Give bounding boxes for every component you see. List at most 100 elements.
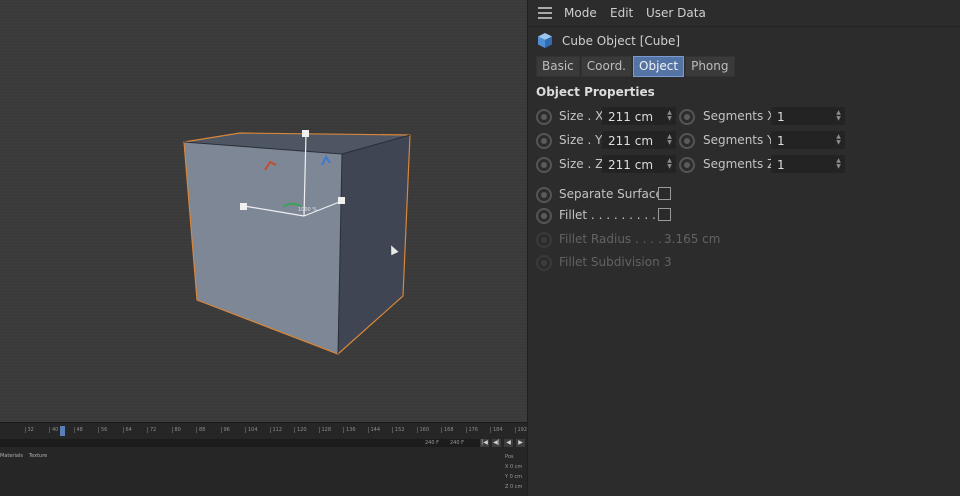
viewport[interactable]: 1000 % <box>0 0 527 422</box>
fillet-radius-value: 3.165 cm <box>664 232 721 246</box>
material-tab-materials[interactable]: Materials <box>0 453 23 459</box>
timeline[interactable]: 32 40 48 56 64 72 80 88 96 104 112 120 128 136 144 152 1… <box>0 422 527 496</box>
size-z-field[interactable]: 211 cm ▲ ▼ <box>602 155 676 173</box>
seg-x-label: Segments X <box>703 109 776 123</box>
cube-front-face[interactable] <box>184 142 342 354</box>
size-y-value: 211 cm <box>608 134 654 148</box>
timeline-tick: 112 <box>269 427 282 433</box>
tab-phong[interactable]: Phong <box>685 56 735 77</box>
coord-y[interactable]: Y 0 cm <box>505 472 522 482</box>
coord-z[interactable]: Z 0 cm <box>505 482 522 492</box>
end-frame-field-a[interactable]: 240 F <box>425 440 439 447</box>
timeline-tick: 72 <box>147 427 156 433</box>
size-x-field[interactable]: 211 cm ▲ ▼ <box>602 107 676 125</box>
size-y-stepper-icon[interactable]: ▲ ▼ <box>666 134 673 146</box>
seg-x-field[interactable]: 1 ▲ ▼ <box>771 107 845 125</box>
fillet-radius-label: Fillet Radius . . . . . <box>559 232 670 246</box>
size-z-animate-icon[interactable] <box>536 157 552 173</box>
tab-basic[interactable]: Basic <box>536 56 580 77</box>
tab-object[interactable]: Object <box>633 56 685 77</box>
timeline-tick: 40 <box>49 427 58 433</box>
seg-x-stepper-icon[interactable]: ▲ ▼ <box>835 110 842 122</box>
coord-header: Pos <box>505 454 514 460</box>
menu-edit[interactable]: Edit <box>610 6 633 20</box>
timeline-tick: 88 <box>196 427 205 433</box>
tab-coord[interactable]: Coord. <box>580 56 632 77</box>
timeline-tick: 80 <box>171 427 181 433</box>
fillet-subdivision-value: 3 <box>664 255 672 269</box>
size-x-stepper-icon[interactable]: ▲ ▼ <box>666 110 673 122</box>
timeline-tick: 144 <box>367 427 380 433</box>
timeline-tick: 48 <box>73 427 83 433</box>
fillet-subdivision-animate-icon <box>536 255 552 271</box>
timeline-tick: 136 <box>343 427 356 433</box>
step-back-icon[interactable]: ◀| <box>492 439 501 447</box>
timeline-tick: 160 <box>416 427 429 433</box>
material-tab-texture[interactable]: Texture <box>29 453 47 459</box>
fillet-radius-animate-icon <box>536 232 552 248</box>
timeline-tick: 152 <box>392 427 405 433</box>
timeline-tick: 192 <box>514 427 527 433</box>
fillet-checkbox[interactable] <box>658 208 671 221</box>
playhead[interactable] <box>60 426 65 436</box>
timeline-tick: 104 <box>245 427 258 433</box>
seg-y-animate-icon[interactable] <box>679 133 695 149</box>
seg-z-field[interactable]: 1 ▲ ▼ <box>771 155 845 173</box>
attribute-tabs: Basic Coord. Object Phong <box>536 56 736 77</box>
menu-bar: Mode Edit User Data <box>528 0 960 27</box>
size-z-label: Size . Z <box>559 157 604 171</box>
seg-y-field[interactable]: 1 ▲ ▼ <box>771 131 845 149</box>
section-title: Object Properties <box>536 85 655 99</box>
separate-surfaces-animate-icon[interactable] <box>536 187 552 203</box>
timeline-tick: 96 <box>220 427 230 433</box>
size-y-field[interactable]: 211 cm ▲ ▼ <box>602 131 676 149</box>
size-x-label: Size . X <box>559 109 604 123</box>
coordinates-mini-panel: Pos X 0 cm Y 0 cm Z 0 cm <box>505 452 522 492</box>
transport-controls: |◀ ◀| ◀ ▶ <box>480 439 525 447</box>
seg-x-value: 1 <box>777 110 785 124</box>
timeline-tick: 32 <box>24 427 34 433</box>
cube-icon <box>538 33 552 48</box>
seg-z-stepper-icon[interactable]: ▲ ▼ <box>835 158 842 170</box>
timeline-tick: 128 <box>318 427 331 433</box>
object-header: Cube Object [Cube] <box>528 31 960 51</box>
timeline-tick: 168 <box>441 427 454 433</box>
attribute-manager: Mode Edit User Data Cube Object [Cube] B… <box>527 0 960 495</box>
end-frame-field-b[interactable]: 240 F <box>450 440 464 447</box>
timeline-tick: 56 <box>98 427 107 433</box>
size-y-label: Size . Y <box>559 133 603 147</box>
seg-z-value: 1 <box>777 158 785 172</box>
fillet-animate-icon[interactable] <box>536 208 552 224</box>
timeline-tick: 120 <box>294 427 307 433</box>
timeline-ruler[interactable]: 32 40 48 56 64 72 80 88 96 104 112 120 128 136 144 152 1… <box>0 425 527 437</box>
fillet-label: Fillet . . . . . . . . . <box>559 208 656 222</box>
play-icon[interactable]: ▶ <box>516 439 525 447</box>
material-tabs: Materials Texture <box>0 453 47 459</box>
seg-y-value: 1 <box>777 134 785 148</box>
separate-surfaces-label: Separate Surfaces <box>559 187 670 201</box>
fillet-subdivision-label: Fillet Subdivision <box>559 255 660 269</box>
hamburger-menu-icon[interactable] <box>538 7 552 22</box>
seg-z-animate-icon[interactable] <box>679 157 695 173</box>
gizmo-scale-label: 1000 % <box>298 207 318 213</box>
menu-mode[interactable]: Mode <box>564 6 597 20</box>
size-z-value: 211 cm <box>608 158 654 172</box>
timeline-tick: 176 <box>465 427 478 433</box>
menu-user-data[interactable]: User Data <box>646 6 706 20</box>
separate-surfaces-checkbox[interactable] <box>658 187 671 200</box>
play-reverse-icon[interactable]: ◀ <box>504 439 513 447</box>
size-x-animate-icon[interactable] <box>536 109 552 125</box>
go-to-start-icon[interactable]: |◀ <box>480 439 489 447</box>
size-x-value: 211 cm <box>608 110 654 124</box>
seg-y-label: Segments Y <box>703 133 775 147</box>
size-z-stepper-icon[interactable]: ▲ ▼ <box>666 158 673 170</box>
seg-x-animate-icon[interactable] <box>679 109 695 125</box>
seg-z-label: Segments Z <box>703 157 776 171</box>
seg-y-stepper-icon[interactable]: ▲ ▼ <box>835 134 842 146</box>
timeline-tick: 64 <box>122 427 132 433</box>
coord-x[interactable]: X 0 cm <box>505 462 522 472</box>
size-y-animate-icon[interactable] <box>536 133 552 149</box>
timeline-scrub-bar[interactable] <box>0 439 480 447</box>
cube-scene[interactable] <box>0 0 527 422</box>
object-title: Cube Object [Cube] <box>562 34 681 48</box>
